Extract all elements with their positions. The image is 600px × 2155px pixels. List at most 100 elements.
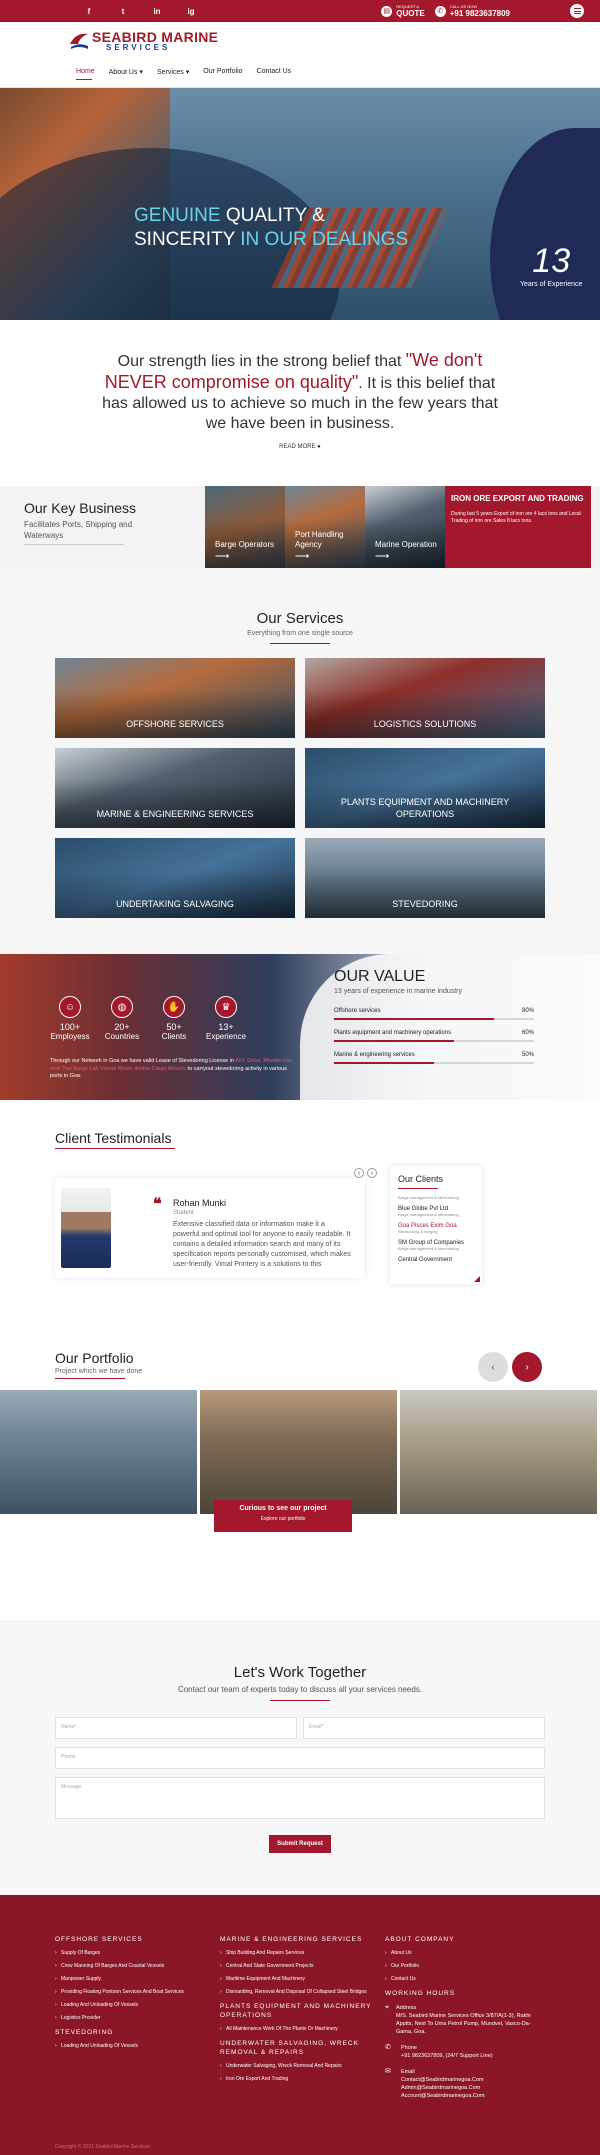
read-more-link[interactable]: READ MORE ●	[0, 444, 600, 450]
phone-icon: ✆	[385, 2044, 391, 2051]
linkedin-icon[interactable]: in	[152, 7, 162, 16]
testimonial-card: ❝ Rohan Munki Student Extensive classifi…	[55, 1178, 365, 1278]
portfolio-image-buoys[interactable]	[0, 1390, 197, 1514]
stat-employees: ☺ 100+ Employess	[50, 996, 90, 1041]
logo[interactable]: SEABIRD MARINE SERVICES	[68, 30, 218, 52]
years-experience: 13 Years of Experience	[520, 242, 582, 288]
client-item: Central Government	[398, 1257, 453, 1263]
social-links: f t in ig	[84, 7, 196, 16]
stat-clients: ✋ 50+ Clients	[154, 996, 194, 1041]
footer-col-marine: MARINE & ENGINEERING SERVICES Ship Build…	[220, 1935, 375, 2089]
portfolio-title: Our Portfolio	[55, 1350, 134, 1366]
nav-about[interactable]: About Us ▾	[109, 68, 143, 76]
contact-form: Name* Email* Phone Message	[55, 1717, 545, 1819]
logo-subtitle: SERVICES	[106, 43, 171, 52]
footer-link[interactable]: Loading And Unloading Of Vessels	[55, 2043, 205, 2049]
contact-title: Let's Work Together	[233, 1664, 367, 1681]
footer-col-offshore: OFFSHORE SERVICES Supply Of Barges Crew …	[55, 1935, 205, 2056]
footer-link[interactable]: Maritime Equipment And Machinery	[220, 1976, 375, 1982]
logo-title: SEABIRD MARINE	[92, 29, 219, 45]
testimonials-title: Client Testimonials	[55, 1130, 172, 1146]
top-bar: f t in ig ▤ REQUEST A QUOTE ✆ CALL US NO…	[0, 0, 600, 22]
footer-link[interactable]: Providing Floating Pontoon Services And …	[55, 1989, 205, 1995]
copyright: Copyright © 2021 Seabird Marine Services	[55, 2144, 150, 2150]
hero-tagline: GENUINE QUALITY & SINCERITY IN OUR DEALI…	[134, 205, 409, 250]
footer-link[interactable]: Iron Ore Export And Trading	[220, 2076, 375, 2082]
nav-portfolio[interactable]: Our Portfolio	[203, 68, 242, 76]
nav-services[interactable]: Services ▾	[157, 68, 189, 76]
service-offshore[interactable]: OFFSHORE SERVICES	[55, 658, 295, 738]
tile-barge-operators[interactable]: Barge Operators ⟶	[205, 486, 285, 568]
document-icon: ▤	[381, 5, 393, 17]
key-business-subtitle: Facilitates Ports, Shipping and Waterway…	[24, 520, 133, 540]
menu-button[interactable]	[570, 4, 584, 18]
service-plants-equipment[interactable]: PLANTS EQUIPMENT AND MACHINERY OPERATION…	[305, 748, 545, 828]
service-stevedoring[interactable]: STEVEDORING	[305, 838, 545, 918]
testimonial-text: Extensive classified data or information…	[173, 1221, 351, 1268]
twitter-icon[interactable]: t	[118, 7, 128, 16]
service-logistics[interactable]: LOGISTICS SOLUTIONS	[305, 658, 545, 738]
instagram-icon[interactable]: ig	[186, 7, 196, 16]
nav-home[interactable]: Home	[76, 68, 95, 76]
footer-link[interactable]: Ship Building And Repairs Services	[220, 1950, 375, 1956]
footer-link[interactable]: Contact Us	[385, 1976, 545, 1982]
client-item: Blue Globe Pvt Ltd Barge management & ste…	[398, 1206, 459, 1217]
footer-link[interactable]: Crew Manning Of Barges And Coastal Vesse…	[55, 1963, 205, 1969]
services-section: Our Services Everything from one single …	[0, 568, 600, 954]
nav-active-underline	[76, 79, 92, 80]
prev-arrow-icon[interactable]: ‹	[354, 1168, 364, 1178]
footer-link[interactable]: Loading And Unloading Of Vessels	[55, 2002, 205, 2008]
our-value-subtitle: 13 years of experience in marine industr…	[334, 988, 463, 995]
header: SEABIRD MARINE SERVICES Home About Us ▾ …	[0, 22, 600, 88]
footer: OFFSHORE SERVICES Supply Of Barges Crew …	[0, 1895, 600, 2155]
message-field[interactable]: Message	[55, 1777, 545, 1819]
nav-contact[interactable]: Contact Us	[257, 68, 292, 76]
tile-port-handling[interactable]: Port Handling Agency ⟶	[285, 486, 365, 568]
footer-link[interactable]: Manpower Supply	[55, 1976, 205, 1982]
phone-icon: ✆	[434, 5, 446, 17]
services-subtitle: Everything from one single source	[247, 630, 353, 637]
portfolio-cta[interactable]: Curious to see our project Explore our p…	[214, 1500, 352, 1532]
request-quote-link[interactable]: ▤ REQUEST A QUOTE	[381, 4, 425, 18]
portfolio-next-icon[interactable]: ›	[512, 1352, 542, 1382]
portfolio-image-dredger[interactable]	[200, 1390, 397, 1514]
footer-link[interactable]: Underwater Salvaging, Wreck Removal And …	[220, 2063, 375, 2069]
email-field[interactable]: Email*	[303, 1717, 545, 1739]
value-progress-bars: Offshore services 80% Plants equipment an…	[334, 1008, 534, 1074]
call-us-link[interactable]: ✆ CALL US NOW +91 9823637809	[434, 4, 510, 18]
footer-link[interactable]: Central And State Government Projects	[220, 1963, 375, 1969]
key-business-title: Our Key Business	[24, 500, 137, 516]
main-nav: Home About Us ▾ Services ▾ Our Portfolio…	[76, 68, 291, 76]
portfolio-prev-icon[interactable]: ‹	[478, 1352, 508, 1382]
footer-link[interactable]: Logistics Provider	[55, 2015, 205, 2021]
our-value-title: OUR VALUE	[334, 968, 426, 985]
name-field[interactable]: Name*	[55, 1717, 297, 1739]
footer-link[interactable]: Dismantling, Removal And Disposal Of Col…	[220, 1989, 375, 1995]
testimonial-role: Student	[173, 1210, 194, 1216]
service-salvaging[interactable]: UNDERTAKING SALVAGING	[55, 838, 295, 918]
stat-experience: ♛ 13+ Experience	[206, 996, 246, 1041]
clients-title: Our Clients	[398, 1174, 444, 1184]
submit-button[interactable]: Submit Request	[269, 1835, 331, 1853]
belief-statement: Our strength lies in the strong belief t…	[102, 350, 498, 432]
footer-link[interactable]: Supply Of Barges	[55, 1950, 205, 1956]
portfolio-image-bridge[interactable]	[400, 1390, 597, 1514]
phone-field[interactable]: Phone	[55, 1747, 545, 1769]
our-value-section: ☺ 100+ Employess ◍ 20+ Countries ✋ 50+ C…	[0, 954, 600, 1100]
facebook-icon[interactable]: f	[84, 7, 94, 16]
stat-countries: ◍ 20+ Countries	[102, 996, 142, 1041]
employees-icon: ☺	[59, 996, 81, 1018]
footer-address: ⌖ Address M/S. Seabird Marine Services Of…	[385, 2004, 531, 2035]
footer-link[interactable]: Our Portfolio	[385, 1963, 545, 1969]
service-marine-engineering[interactable]: MARINE & ENGINEERING SERVICES	[55, 748, 295, 828]
footer-link[interactable]: About Us	[385, 1950, 545, 1956]
next-arrow-icon[interactable]: ›	[367, 1168, 377, 1178]
client-item: Goa Pisces Exim Goa Stevedoring & barging	[398, 1223, 457, 1234]
services-title: Our Services	[256, 610, 344, 627]
mail-icon: ✉	[385, 2068, 391, 2075]
iron-ore-card[interactable]: IRON ORE EXPORT AND TRADING During last …	[445, 486, 591, 568]
footer-link[interactable]: All Maintenance Work Of The Plants Or Ma…	[220, 2026, 375, 2032]
testimonial-name: Rohan Munki	[173, 1198, 227, 1208]
tile-marine-operation[interactable]: Marine Operation ⟶	[365, 486, 445, 568]
bird-logo-icon	[70, 33, 88, 49]
